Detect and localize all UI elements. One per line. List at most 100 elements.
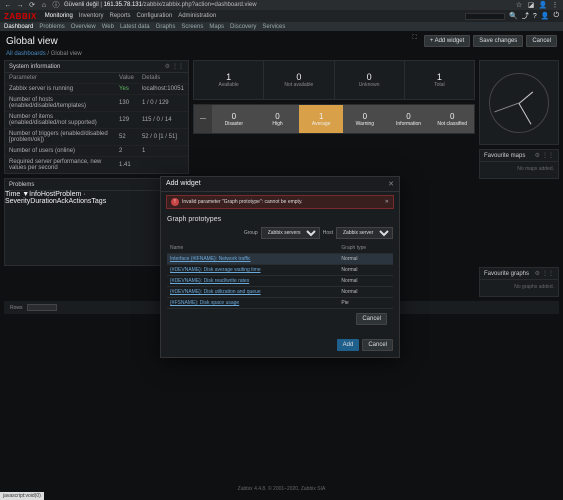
drag-icon[interactable]: ⋮⋮ <box>542 152 554 159</box>
logout-icon[interactable]: ⏻ <box>553 12 559 20</box>
subnav-item[interactable]: Dashboard <box>4 24 33 30</box>
error-icon: ! <box>171 198 179 206</box>
menu-icon[interactable]: ⋮ <box>551 1 559 9</box>
subnav-item[interactable]: Web <box>102 24 114 30</box>
favourite-graphs-widget: Favourite graphs ⚙ ⋮⋮ No graphs added. <box>479 267 559 297</box>
rows-input[interactable] <box>27 304 57 311</box>
breadcrumb-root[interactable]: All dashboards <box>6 51 46 57</box>
subnav-item[interactable]: Maps <box>209 24 224 30</box>
add-widget-button[interactable]: + Add widget <box>424 35 471 47</box>
severity-item[interactable]: 0Warning <box>343 105 387 133</box>
host-availability-widget: 1Available0Not available0Unknown1Total <box>193 60 475 100</box>
back-icon[interactable]: ← <box>4 1 12 9</box>
subnav-item[interactable]: Overview <box>71 24 96 30</box>
inner-cancel-button[interactable]: Cancel <box>356 313 387 325</box>
topnav-item[interactable]: Inventory <box>79 13 104 19</box>
subnav-item[interactable]: Graphs <box>156 24 176 30</box>
insecure-icon[interactable]: ⓘ <box>52 1 60 9</box>
gear-icon[interactable]: ⚙ <box>535 152 540 159</box>
widget-title: Problems <box>9 182 34 188</box>
add-button[interactable]: Add <box>337 339 360 351</box>
home-icon[interactable]: ⌂ <box>40 1 48 9</box>
add-widget-modal: Add widget ✕ ! Invalid parameter "Graph … <box>160 176 400 358</box>
footer: Zabbix 4.4.8. © 2001–2020, Zabbix SIA <box>0 486 563 492</box>
drag-icon[interactable]: ⋮⋮ <box>542 270 554 277</box>
widget-title: Favourite graphs <box>484 271 529 277</box>
address-bar[interactable]: Güvenli değil | 161.35.78.131/zabbix/zab… <box>64 2 257 8</box>
save-changes-button[interactable]: Save changes <box>473 35 523 47</box>
global-search-input[interactable] <box>465 13 505 20</box>
sysinfo-row: Required server performance, new values … <box>5 157 188 174</box>
topnav-item[interactable]: Configuration <box>137 13 173 19</box>
browser-chrome: ← → ⟳ ⌂ ⓘ Güvenli değil | 161.35.78.131/… <box>0 0 563 10</box>
top-nav: ZABBIX Monitoring Inventory Reports Configu… <box>0 10 563 22</box>
sub-nav: Dashboard Problems Overview Web Latest data G… <box>0 22 563 31</box>
column-header[interactable]: Duration <box>30 198 56 205</box>
favourite-maps-widget: Favourite maps ⚙ ⋮⋮ No maps added. <box>479 149 559 179</box>
sysinfo-row: Number of triggers (enabled/disabled [pr… <box>5 129 188 146</box>
support-icon[interactable]: ? <box>533 13 537 20</box>
avatar-icon[interactable]: 👤 <box>539 1 547 9</box>
graph-prototype-row[interactable]: {#DEVNAME}: Disk average waiting timeNor… <box>167 265 393 276</box>
widget-title: System information <box>9 64 60 70</box>
topnav-item[interactable]: Administration <box>178 13 216 19</box>
user-icon[interactable]: 👤 <box>541 12 550 20</box>
collapse-icon[interactable]: — <box>194 105 212 133</box>
sysinfo-row: Number of users (online)21 <box>5 146 188 157</box>
graph-prototype-row[interactable]: {#DEVNAME}: Disk read/write ratesNormal <box>167 276 393 287</box>
subnav-item[interactable]: Latest data <box>120 24 150 30</box>
host-select[interactable]: Zabbix server <box>336 227 393 239</box>
column-header[interactable]: Actions <box>68 198 91 205</box>
severity-item[interactable]: 0Information <box>387 105 431 133</box>
graph-prototype-row[interactable]: {#DEVNAME}: Disk utilization and queueNo… <box>167 287 393 298</box>
logo: ZABBIX <box>4 12 37 21</box>
search-icon[interactable]: 🔍 <box>509 12 518 20</box>
severity-item[interactable]: 1Average <box>299 105 343 133</box>
cancel-button[interactable]: Cancel <box>362 339 393 351</box>
column-header[interactable]: Tags <box>91 198 106 205</box>
close-icon[interactable]: ✕ <box>388 180 394 188</box>
forward-icon[interactable]: → <box>16 1 24 9</box>
kiosk-icon[interactable]: ⛶ <box>413 35 417 47</box>
severity-widget: — 0Disaster0High1Average0Warning0Informa… <box>193 104 475 134</box>
widget-title: Favourite maps <box>484 153 525 159</box>
column-header[interactable]: Info <box>29 191 41 198</box>
severity-item[interactable]: 0High <box>256 105 300 133</box>
subnav-item[interactable]: Problems <box>39 24 64 30</box>
status-bar-link: javascript:void(0) <box>0 492 44 500</box>
system-information-widget: System information ⚙ ⋮⋮ ParameterValueDe… <box>4 60 189 174</box>
graph-prototype-row[interactable]: {#FSNAME}: Disk space usagePie <box>167 298 393 309</box>
severity-item[interactable]: 0Not classified <box>430 105 474 133</box>
subnav-item[interactable]: Screens <box>181 24 203 30</box>
subnav-item[interactable]: Discovery <box>230 24 256 30</box>
breadcrumb-current: Global view <box>51 51 82 57</box>
share-icon[interactable]: ⤴ <box>522 11 529 21</box>
error-banner: ! Invalid parameter "Graph prototype": c… <box>166 195 394 209</box>
stat-item: 0Unknown <box>335 61 405 99</box>
severity-item[interactable]: 0Disaster <box>212 105 256 133</box>
page-title: Global view <box>6 36 58 47</box>
stat-item: 0Not available <box>264 61 334 99</box>
gear-icon[interactable]: ⚙ <box>165 63 170 70</box>
stat-item: 1Total <box>405 61 474 99</box>
group-select[interactable]: Zabbix servers <box>261 227 320 239</box>
column-header[interactable]: Time ▼ <box>5 191 29 198</box>
star-icon[interactable]: ☆ <box>515 1 523 9</box>
reload-icon[interactable]: ⟳ <box>28 1 36 9</box>
gear-icon[interactable]: ⚙ <box>535 270 540 277</box>
column-header[interactable]: Ack <box>57 198 69 205</box>
graph-prototype-row[interactable]: Interface {#IFNAME}: Network trafficNorm… <box>167 254 393 265</box>
sysinfo-row: Zabbix server is runningYeslocalhost:100… <box>5 84 188 95</box>
extension-icon[interactable]: ◪ <box>527 1 535 9</box>
error-close-icon[interactable]: ✕ <box>385 199 389 205</box>
modal-title: Add widget <box>166 180 201 188</box>
stat-item: 1Available <box>194 61 264 99</box>
drag-icon[interactable]: ⋮⋮ <box>172 63 184 70</box>
subnav-item[interactable]: Services <box>262 24 285 30</box>
cancel-dashboard-button[interactable]: Cancel <box>526 35 557 47</box>
breadcrumb: All dashboards / Global view <box>0 51 563 60</box>
topnav-item[interactable]: Reports <box>109 13 130 19</box>
column-header[interactable]: Host <box>41 191 55 198</box>
topnav-item[interactable]: Monitoring <box>45 13 73 19</box>
clock-widget <box>479 60 559 145</box>
